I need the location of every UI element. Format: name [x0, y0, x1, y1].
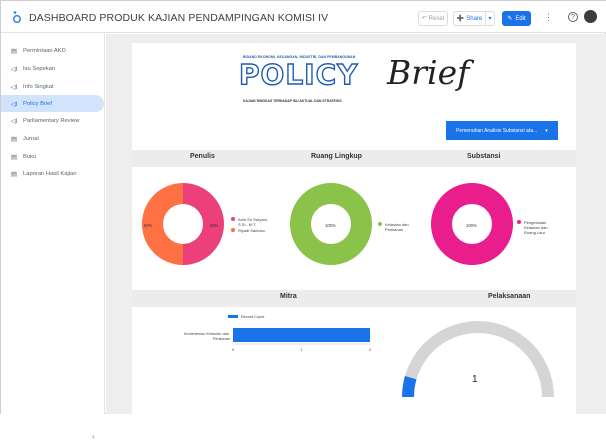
- collapse-sidebar-icon[interactable]: ‹: [92, 432, 95, 441]
- legend-item[interactable]: Riyadi Santoso: [231, 228, 274, 233]
- sidebar-item-label: Info Singkat: [23, 83, 54, 90]
- sidebar-item-jurnal[interactable]: ▤ Jurnal: [1, 130, 104, 147]
- avatar[interactable]: [584, 10, 597, 23]
- gauge-track: [402, 321, 554, 397]
- sidebar-item-label: Permintaan AKD: [23, 47, 66, 54]
- sidebar-item-info-singkat[interactable]: ◁ǀ Info Singkat: [1, 78, 104, 95]
- substansi-slice-label: 100%: [466, 223, 477, 228]
- ruang-lingkup-legend: Kelautan dan Perikanan: [378, 222, 413, 233]
- bar-legend-label: Record Count: [241, 315, 265, 319]
- app-window: DASHBOARD PRODUK KAJIAN PENDAMPINGAN KOM…: [0, 0, 606, 441]
- report-title[interactable]: DASHBOARD PRODUK KAJIAN PENDAMPINGAN KOM…: [29, 12, 328, 24]
- sidebar-item-isu-sepekan[interactable]: ◁ǀ Isu Sepekan: [1, 60, 104, 77]
- bar-category-label: Kementerian Kelautan dan Perikanan: [184, 332, 230, 341]
- sidebar-item-parliamentary-review[interactable]: ◁ǀ Parliamentary Review: [1, 112, 104, 129]
- chevron-down-icon: ▾: [545, 127, 548, 134]
- document-icon: ▤: [10, 135, 18, 143]
- bar-category-line-2: Perikanan: [213, 337, 230, 341]
- megaphone-icon: ◁ǀ: [10, 100, 18, 108]
- help-icon[interactable]: ?: [568, 12, 578, 22]
- section-title-mitra: Mitra: [280, 293, 297, 300]
- pelaksanaan-gauge-chart[interactable]: [400, 317, 556, 414]
- x-tick-label: 2: [369, 348, 371, 352]
- legend-item[interactable]: Kelautan dan Perikanan: [378, 222, 413, 232]
- section-title-substansi: Substansi: [467, 153, 501, 160]
- gauge-fill[interactable]: [402, 375, 417, 397]
- sidebar-item-label: Policy Brief: [23, 100, 52, 107]
- megaphone-icon: ◁ǀ: [10, 117, 18, 125]
- sidebar-item-label: Parliamentary Review: [23, 117, 80, 124]
- legend-swatch: [378, 222, 382, 226]
- chevron-down-icon: ▾: [488, 16, 492, 22]
- legend-swatch: [231, 217, 235, 221]
- banner-policy-text: POLICY: [238, 58, 359, 91]
- sidebar-item-label: Buku: [23, 153, 37, 160]
- sidebar-item-policy-brief[interactable]: ◁ǀ Policy Brief: [1, 95, 104, 112]
- bar-marks: [233, 328, 370, 345]
- sidebar-item-label: Jurnal: [23, 135, 39, 142]
- bar-category-line-1: Kementerian Kelautan dan: [184, 332, 229, 336]
- pencil-icon: ✎: [507, 16, 513, 22]
- bar-legend-swatch: [228, 315, 238, 318]
- sidebar-item-label: Laporan Hasil Kajian: [23, 170, 77, 177]
- penulis-legend: Anih Sri Suryani, S.Si., M.T. Riyadi San…: [231, 217, 274, 234]
- reset-button[interactable]: ↶ Reset: [418, 11, 448, 26]
- legend-item[interactable]: Anih Sri Suryani, S.Si., M.T.: [231, 217, 274, 227]
- more-options-icon[interactable]: ⋮: [544, 12, 553, 23]
- gauge-value-label: 1: [472, 374, 478, 385]
- document-icon: ▤: [10, 170, 18, 178]
- x-tick-label: 0: [232, 348, 234, 352]
- legend-item[interactable]: Pengelolaan Kelautan dan Ruang Laut: [517, 220, 558, 235]
- bar[interactable]: [233, 328, 370, 342]
- banner-brief-text: Brief: [387, 53, 470, 92]
- x-tick-label: 1: [300, 348, 302, 352]
- looker-studio-logo-icon: [12, 11, 22, 24]
- dropdown-selected-value: Pemenuhan Analisis Substansi ata...: [456, 127, 538, 134]
- legend-swatch: [517, 220, 521, 224]
- share-button[interactable]: ➕ Share: [453, 11, 485, 26]
- penulis-slice-label-right: 50%: [210, 223, 219, 228]
- substansi-legend: Pengelolaan Kelautan dan Ruang Laut: [517, 220, 558, 236]
- ruang-lingkup-slice-label: 100%: [325, 223, 336, 228]
- gauge-arcs: [402, 321, 554, 397]
- penulis-slice-label-left: 50%: [144, 223, 153, 228]
- megaphone-icon: ◁ǀ: [10, 65, 18, 73]
- share-menu-button[interactable]: ▾: [485, 11, 495, 26]
- sidebar-item-label: Isu Sepekan: [23, 65, 56, 72]
- add-person-icon: ➕: [456, 16, 465, 22]
- penulis-donut-chart[interactable]: 50% 50%: [140, 181, 226, 267]
- section-title-penulis: Penulis: [190, 153, 215, 160]
- report-page: BIDANG EKONOMI, KEUANGAN, INDUSTRI, DAN …: [132, 43, 576, 414]
- sidebar-item-laporan-hasil-kajian[interactable]: ▤ Laporan Hasil Kajian: [1, 165, 104, 182]
- legend-swatch: [231, 228, 235, 232]
- sidebar-item-permintaan-akd[interactable]: ▤ Permintaan AKD: [1, 42, 104, 59]
- mitra-bar-chart[interactable]: Record Count Kementerian Kelautan dan Pe…: [132, 311, 392, 371]
- banner-sub-line: KAJIAN RINGKAS TERHADAP ISU AKTUAL DAN S…: [243, 99, 342, 103]
- document-icon: ▤: [10, 153, 18, 161]
- ruang-lingkup-donut-chart[interactable]: 100%: [288, 181, 374, 267]
- edit-button[interactable]: ✎ Edit: [502, 11, 531, 26]
- document-icon: ▤: [10, 47, 18, 55]
- substansi-filter-dropdown[interactable]: Pemenuhan Analisis Substansi ata... ▾: [446, 121, 558, 140]
- top-bar: DASHBOARD PRODUK KAJIAN PENDAMPINGAN KOM…: [1, 1, 606, 33]
- section-title-pelaksanaan: Pelaksanaan: [488, 293, 531, 300]
- bar-x-ticks: 0 1 2: [232, 348, 371, 352]
- reset-icon: ↶: [421, 16, 427, 22]
- page-navigation-sidebar: ▤ Permintaan AKD ◁ǀ Isu Sepekan ◁ǀ Info …: [1, 34, 105, 441]
- report-canvas: BIDANG EKONOMI, KEUANGAN, INDUSTRI, DAN …: [106, 34, 606, 414]
- megaphone-icon: ◁ǀ: [10, 83, 18, 91]
- section-title-ruang-lingkup: Ruang Lingkup: [311, 153, 362, 160]
- substansi-donut-chart[interactable]: 100%: [429, 181, 515, 267]
- sidebar-item-buku[interactable]: ▤ Buku: [1, 148, 104, 165]
